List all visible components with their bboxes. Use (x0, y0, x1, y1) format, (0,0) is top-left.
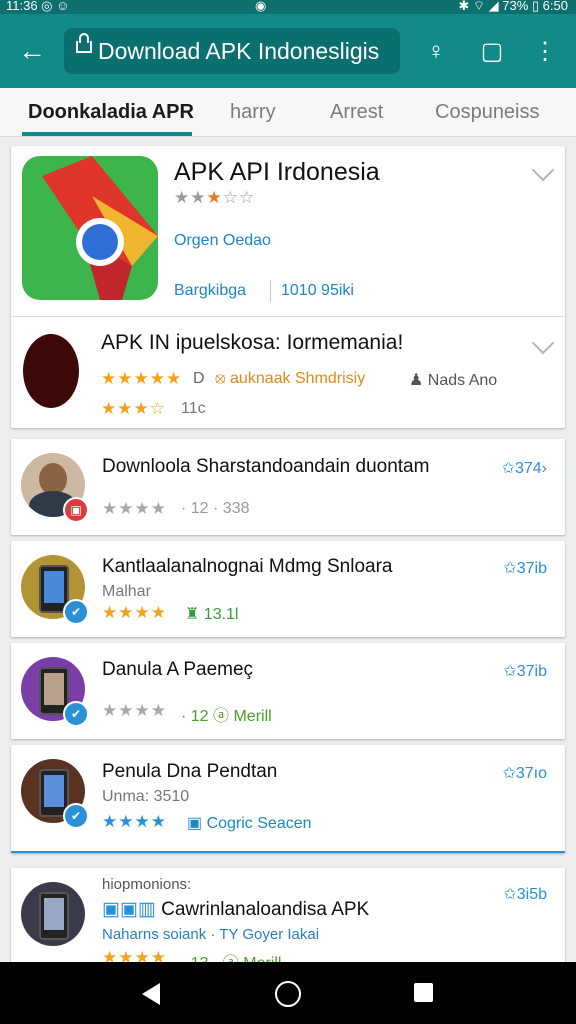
second-stars-2: ★★★☆ (101, 399, 166, 418)
list-item-rating: ✩3i5b (503, 886, 547, 903)
featured-meta-left: Bargkibga (174, 282, 247, 299)
featured-card: APK API Irdonesia ★★★☆☆ Orgen Oedao Barg… (11, 146, 565, 428)
list-item-title: Kantlaalanalnognai Mdmg Snloara (102, 556, 393, 577)
featured-stars: ★★★☆☆ (174, 188, 256, 207)
avatar (21, 882, 85, 946)
second-stars: ★★★★★ (101, 369, 183, 388)
meta-divider (270, 280, 271, 302)
list-item[interactable]: ✔ Penula Dna Pendtan ✩37ıo Unma: 3510 ★★… (11, 745, 565, 853)
list-item[interactable]: ▣ Downloola Sharstandoandain duontam ✩37… (11, 439, 565, 535)
nav-recents-icon[interactable] (414, 983, 433, 1002)
featured-title: APK API Irdonesia (174, 158, 380, 186)
tab-cospuneiss[interactable]: Cospuneiss (435, 101, 540, 124)
more-vert-icon[interactable]: ⋮ (530, 40, 560, 64)
list-item-subtitle: Unma: 3510 (102, 788, 190, 805)
square-icon[interactable]: ▢ (476, 40, 508, 64)
list-item-stars: ★★★★ (102, 812, 167, 831)
second-meta-a: D (193, 370, 205, 387)
list-item-title: Downloola Sharstandoandain duontam (102, 456, 430, 477)
list-item-meta: ♜ 13.1l (185, 606, 239, 623)
list-item-title: Penula Dna Pendtan (102, 761, 278, 782)
card-bottom-accent (11, 851, 565, 853)
list-item-meta: ▣ Cogric Seacen (187, 815, 312, 832)
app-tags-icon: ▣▣▥ (102, 899, 162, 920)
list-item-meta: · 12 · 338 (181, 500, 250, 517)
status-center-icon: ◉ (255, 0, 267, 13)
verified-icon: ✔ (63, 701, 89, 727)
nav-back-icon[interactable] (142, 983, 160, 1005)
chevron-down-icon[interactable] (531, 158, 555, 182)
second-meta-c: ♟ Nads Ano (409, 372, 498, 389)
tab-arrest[interactable]: Arrest (330, 101, 383, 124)
account-icon[interactable]: ♀ (420, 40, 452, 64)
app-bar: ← Download APK Indonesligis ♀ ▢ ⋮ (0, 14, 576, 88)
list-item-overline: hiopmonions: (102, 876, 192, 893)
tab-download[interactable]: Doonkaladia APR (28, 101, 194, 124)
list-item[interactable]: ✔ Kantlaalanalnognai Mdmg Snloara ✩37ib … (11, 541, 565, 637)
arrow-back-icon[interactable]: ← (18, 37, 48, 66)
nav-home-icon[interactable] (275, 981, 301, 1007)
list-item[interactable]: ✔ Danula A Paemeç ✩37ib ★★★★ · 12 ⓐ Meri… (11, 643, 565, 739)
status-left: 11:36 ◎ ☺ (6, 0, 70, 13)
list-item-stars: ★★★★ (102, 701, 167, 720)
second-meta-count: 11c (181, 400, 206, 417)
verified-icon: ✔ (63, 803, 89, 829)
featured-app-row[interactable]: APK API Irdonesia ★★★☆☆ Orgen Oedao Barg… (11, 146, 565, 314)
lock-icon (76, 33, 92, 53)
second-title: APK IN ipuelskosa: Iormemania! (101, 331, 404, 354)
list-item-rating: ✩374› (501, 460, 547, 477)
list-item-title: Danula A Paemeç (102, 659, 254, 680)
url-bar[interactable]: Download APK Indonesligis (64, 28, 400, 74)
featured-meta-right: 1010 95iki (281, 282, 354, 299)
tab-bar: Doonkaladia APR harry Arrest Cospuneiss (0, 88, 576, 137)
list-item-stars: ★★★★ (102, 603, 167, 622)
list-item-rating: ✩37ıo (502, 765, 547, 782)
tab-indicator (22, 132, 192, 136)
system-nav-bar (0, 962, 576, 1024)
url-text: Download APK Indonesligis (98, 38, 380, 64)
chevron-down-icon[interactable] (531, 331, 555, 355)
app-icon (23, 334, 79, 408)
list-item-subtitle: Naharns soiank · TY Goyer Iakai (102, 926, 320, 943)
list-item-meta: · 12 ⓐ Merill (181, 708, 272, 725)
list-item-subtitle: Malhar (102, 583, 151, 600)
second-app-row[interactable]: APK IN ipuelskosa: Iormemania! ★★★★★ D ⦻… (11, 317, 565, 428)
tab-harry[interactable]: harry (230, 101, 276, 124)
verified-icon: ✔ (63, 599, 89, 625)
status-right: ✱ ⌔ ◢ 73% ▯ 6:50 (458, 0, 568, 13)
list-item-title: ▣▣▥ Cawrinlanaloandisa APK (102, 899, 370, 920)
list-item-stars: ★★★★ (102, 499, 167, 518)
status-bar: 11:36 ◎ ☺ ◉ ✱ ⌔ ◢ 73% ▯ 6:50 (0, 0, 576, 14)
app-badge-icon: ▣ (63, 497, 89, 523)
second-meta-b: ⦻ auknaak Shmdrisiy (215, 370, 366, 387)
list-item-rating: ✩37ib (503, 560, 547, 577)
featured-link[interactable]: Orgen Oedao (174, 232, 271, 250)
app-icon (22, 156, 158, 300)
list-item-rating: ✩37ib (503, 663, 547, 680)
